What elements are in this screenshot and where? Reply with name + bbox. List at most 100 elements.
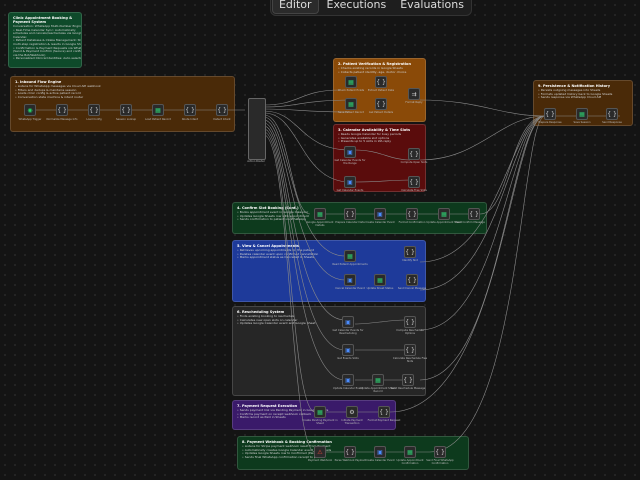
- node-label: Format Payment Request: [367, 419, 401, 422]
- node-label: Send Reschedule Message: [390, 387, 426, 390]
- pending-payment-node[interactable]: ▦: [314, 406, 326, 418]
- node-label: Calculate Free Slots: [401, 189, 427, 192]
- compute-slots-node[interactable]: { }: [408, 148, 420, 160]
- node-label: Load Patient Record: [145, 118, 171, 121]
- code-icon: { }: [435, 448, 445, 456]
- node-label: WhatsApp Trigger: [18, 118, 42, 121]
- detect-intent-node[interactable]: { }: [216, 104, 228, 116]
- save-session-node[interactable]: ▦: [576, 108, 588, 120]
- create-event-node[interactable]: ▣: [374, 208, 386, 220]
- send-reschedule-node[interactable]: { }: [402, 374, 414, 386]
- code-icon: { }: [405, 248, 415, 256]
- action-router-node[interactable]: [248, 98, 266, 160]
- route-intent-node[interactable]: { }: [184, 104, 196, 116]
- sheets-icon: ▦: [347, 252, 353, 260]
- code-icon: { }: [376, 78, 386, 86]
- code-icon: { }: [379, 408, 389, 416]
- calendar-icon: ▣: [345, 318, 351, 326]
- node-label: Get Calendar Events for Rescheduling: [332, 329, 364, 335]
- code-icon: { }: [405, 346, 415, 354]
- load-config-node[interactable]: { }: [88, 104, 100, 116]
- parse-webhook-node[interactable]: { }: [344, 446, 356, 458]
- create-final-event-node[interactable]: ▣: [374, 446, 386, 458]
- update-sheet-record-node[interactable]: ▦: [372, 374, 384, 386]
- check-patient-node[interactable]: ▦: [345, 76, 357, 88]
- whatsapp-icon: ◉: [27, 106, 33, 114]
- node-label: Read Patient Appointments: [332, 263, 368, 266]
- format-payment-node[interactable]: { }: [378, 406, 390, 418]
- appointment-details-node[interactable]: ▦: [314, 208, 326, 220]
- session-lookup-node[interactable]: { }: [120, 104, 132, 116]
- node-label: Create Pending Payment in Sheet: [302, 419, 338, 425]
- format-reply-node[interactable]: ⇉: [408, 88, 420, 100]
- calendar-icon: ▣: [377, 210, 383, 218]
- code-icon: { }: [409, 150, 419, 158]
- normalize-node[interactable]: { }: [56, 104, 68, 116]
- get-events-reschedule-node[interactable]: ▣: [342, 316, 354, 328]
- code-icon: { }: [545, 110, 555, 118]
- identify-slot-node[interactable]: { }: [404, 246, 416, 258]
- view-tabs: Editor Executions Evaluations: [270, 0, 472, 16]
- send-final-confirm-node[interactable]: { }: [434, 446, 446, 458]
- update-sheet-node[interactable]: ▦: [438, 208, 450, 220]
- tab-executions[interactable]: Executions: [321, 0, 393, 13]
- calendar-icon: ▣: [377, 448, 383, 456]
- cancel-event-node[interactable]: ▣: [344, 274, 356, 286]
- update-status-node[interactable]: ▦: [374, 274, 386, 286]
- node-label: Detect Intent: [213, 118, 231, 121]
- whatsapp-trigger-node[interactable]: ◉: [24, 104, 36, 116]
- send-cancel-node[interactable]: { }: [406, 274, 418, 286]
- get-events-slots-node[interactable]: ▣: [342, 344, 354, 356]
- initiate-payment-node[interactable]: ⚙: [346, 406, 358, 418]
- node-label: Action Router: [247, 160, 265, 163]
- sheets-icon: ▦: [407, 448, 413, 456]
- payment-webhook-node[interactable]: ⚠: [314, 446, 326, 458]
- get-calendar-range-node[interactable]: ▣: [344, 146, 356, 158]
- prepare-calendar-node[interactable]: { }: [344, 208, 356, 220]
- calendar-icon: ▣: [345, 346, 351, 354]
- calendar-icon: ▣: [347, 178, 353, 186]
- node-label: Create Calendar Event: [365, 221, 395, 224]
- tab-evaluations[interactable]: Evaluations: [394, 0, 470, 13]
- read-appointments-node[interactable]: ▦: [344, 250, 356, 262]
- send-response-node[interactable]: { }: [606, 108, 618, 120]
- load-patient-node[interactable]: ▦: [152, 104, 164, 116]
- send-confirm-node[interactable]: { }: [468, 208, 480, 220]
- compute-reschedule-node[interactable]: { }: [404, 316, 416, 328]
- node-label: Get Calendar Events: [336, 189, 364, 192]
- node-label: Identify Slot: [402, 259, 418, 262]
- code-icon: { }: [403, 376, 413, 384]
- node-label: Route Intent: [181, 118, 199, 121]
- sheets-icon: ▦: [348, 100, 354, 108]
- update-confirmation-node[interactable]: ▦: [404, 446, 416, 458]
- gear-icon: ⚙: [349, 408, 355, 416]
- calc-reschedule-slots-node[interactable]: { }: [404, 344, 416, 356]
- node-label: Format Confirmation: [398, 221, 426, 224]
- sheets-icon: ▦: [375, 376, 381, 384]
- calculate-free-slots-node[interactable]: { }: [408, 176, 420, 188]
- code-icon: { }: [409, 178, 419, 186]
- code-icon: { }: [345, 210, 355, 218]
- node-label: Prepare Response: [538, 121, 562, 124]
- node-label: Compute Reschedule Options: [396, 329, 424, 335]
- node-label: Ask Patient Details: [368, 111, 394, 114]
- code-icon: { }: [376, 100, 386, 108]
- code-icon: { }: [57, 106, 67, 114]
- format-confirmation-node[interactable]: { }: [406, 208, 418, 220]
- calendar-icon: ▣: [345, 376, 351, 384]
- node-label: Send Response: [602, 121, 622, 124]
- sheets-icon: ▦: [317, 408, 323, 416]
- tab-editor[interactable]: Editor: [271, 0, 319, 14]
- save-patient-node[interactable]: ▦: [345, 98, 357, 110]
- extract-patient-node[interactable]: { }: [375, 76, 387, 88]
- node-label: Send Final WhatsApp Confirmation: [426, 459, 454, 465]
- get-calendar-events-node[interactable]: ▣: [344, 176, 356, 188]
- code-icon: { }: [607, 110, 617, 118]
- prepare-response-node[interactable]: { }: [544, 108, 556, 120]
- code-icon: { }: [405, 318, 415, 326]
- node-label: Format Reply: [405, 101, 423, 104]
- code-icon: { }: [407, 276, 417, 284]
- ask-details-node[interactable]: { }: [375, 98, 387, 110]
- update-calendar-event-node[interactable]: ▣: [342, 374, 354, 386]
- sheets-icon: ▦: [377, 276, 383, 284]
